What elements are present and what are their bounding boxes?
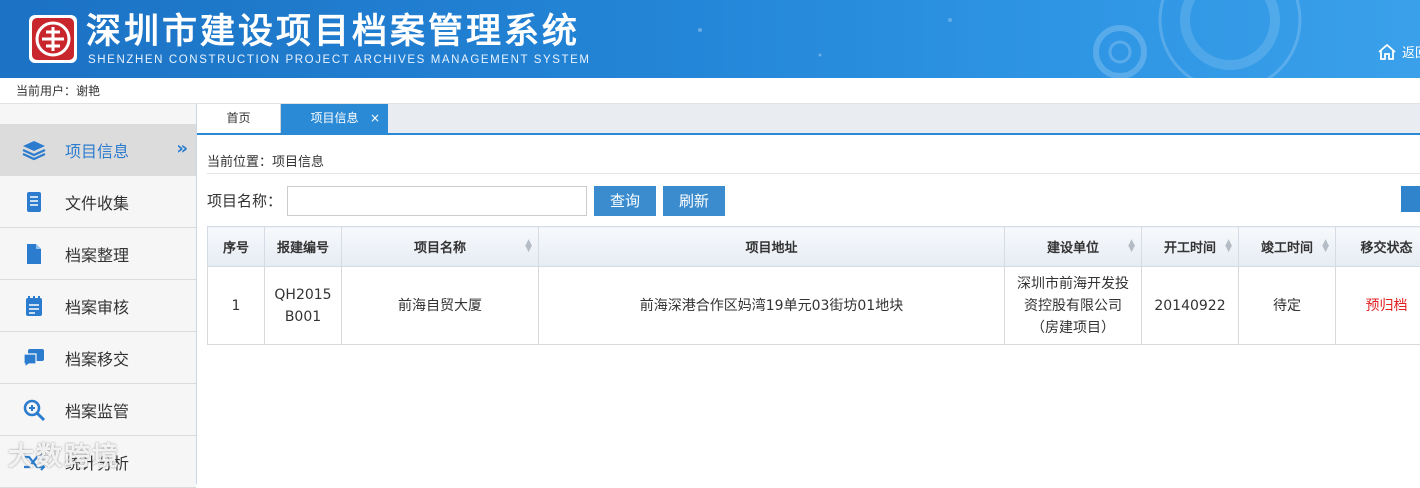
refresh-button[interactable]: 刷新: [663, 186, 725, 216]
sidebar-item-project-info[interactable]: 项目信息 »: [0, 124, 196, 176]
sort-icon: ▲▼: [525, 240, 532, 252]
cell-start-date: 20140922: [1142, 267, 1239, 345]
column-header[interactable]: 报建编号: [265, 227, 342, 267]
main-content: 当前位置：项目信息 项目名称： 查询 刷新 序号 报建编号 项目名称▲▼ 项目地…: [197, 135, 1420, 484]
tab-project-info[interactable]: 项目信息 ×: [281, 104, 388, 133]
cell-name: 前海自贸大厦: [342, 267, 539, 345]
zoom-icon: [22, 398, 46, 422]
sidebar-spacer: [0, 104, 196, 124]
file-icon: [22, 242, 46, 266]
tab-home[interactable]: 首页: [197, 104, 281, 133]
home-label: 返回: [1402, 42, 1420, 61]
export-button[interactable]: [1401, 186, 1420, 212]
sidebar-item-label: 档案整理: [65, 242, 129, 266]
sort-icon: ▲▼: [1322, 240, 1329, 252]
column-header[interactable]: 建设单位▲▼: [1005, 227, 1142, 267]
cell-builder: 深圳市前海开发投资控股有限公司（房建项目）: [1005, 267, 1142, 345]
column-header[interactable]: 序号: [208, 227, 265, 267]
sidebar-item-label: 档案移交: [65, 346, 129, 370]
column-header[interactable]: 竣工时间▲▼: [1239, 227, 1336, 267]
home-icon: [1378, 44, 1396, 60]
sidebar-item-label: 项目信息: [65, 138, 129, 162]
query-button[interactable]: 查询: [594, 186, 656, 216]
document-icon: [22, 190, 46, 214]
tab-label: 项目信息: [310, 111, 358, 125]
current-user-bar: 当前用户：谢艳: [0, 78, 1420, 104]
cell-finish-date: 待定: [1239, 267, 1336, 345]
table-row[interactable]: 1 QH2015 B001 前海自贸大厦 前海深港合作区妈湾19单元03街坊01…: [208, 267, 1420, 345]
sidebar-item-archive-organize[interactable]: 档案整理: [0, 228, 196, 280]
column-header[interactable]: 项目地址: [539, 227, 1005, 267]
breadcrumb: 当前位置：项目信息: [207, 151, 324, 170]
column-header[interactable]: 项目名称▲▼: [342, 227, 539, 267]
cell-status: 预归档: [1336, 267, 1420, 345]
chat-icon: [22, 346, 46, 370]
current-user-label: 当前用户：谢艳: [16, 84, 100, 98]
cell-code: QH2015 B001: [265, 267, 342, 345]
divider: [207, 173, 1420, 174]
sidebar-item-archive-supervision[interactable]: 档案监管: [0, 384, 196, 436]
table-header-row: 序号 报建编号 项目名称▲▼ 项目地址 建设单位▲▼ 开工时间▲▼ 竣工时间▲▼…: [208, 227, 1420, 267]
column-header[interactable]: 开工时间▲▼: [1142, 227, 1239, 267]
app-header: 深圳市建设项目档案管理系统 SHENZHEN CONSTRUCTION PROJ…: [0, 0, 1420, 78]
cell-address: 前海深港合作区妈湾19单元03街坊01地块: [539, 267, 1005, 345]
sidebar: 项目信息 » 文件收集 档案整理 档案审核 档案移交 档案监管 统计: [0, 104, 197, 484]
sidebar-item-label: 档案监管: [65, 398, 129, 422]
close-icon[interactable]: ×: [370, 104, 380, 133]
sort-icon: ▲▼: [1225, 240, 1232, 252]
app-title: 深圳市建设项目档案管理系统: [86, 10, 580, 54]
notepad-icon: [22, 294, 46, 318]
sidebar-item-archive-transfer[interactable]: 档案移交: [0, 332, 196, 384]
sidebar-item-file-collection[interactable]: 文件收集: [0, 176, 196, 228]
chevron-double-right-icon: »: [176, 138, 188, 159]
project-table: 序号 报建编号 项目名称▲▼ 项目地址 建设单位▲▼ 开工时间▲▼ 竣工时间▲▼…: [207, 226, 1420, 345]
sidebar-item-label: 档案审核: [65, 294, 129, 318]
home-link[interactable]: 返回: [1378, 42, 1420, 61]
watermark: 大数跨境: [8, 436, 120, 473]
sort-icon: ▲▼: [1128, 240, 1135, 252]
sidebar-item-label: 文件收集: [65, 190, 129, 214]
layers-icon: [22, 138, 46, 162]
sidebar-item-archive-review[interactable]: 档案审核: [0, 280, 196, 332]
tab-bar: 首页 项目信息 ×: [197, 104, 1420, 135]
app-subtitle: SHENZHEN CONSTRUCTION PROJECT ARCHIVES M…: [88, 54, 591, 66]
column-header[interactable]: 移交状态▲▼: [1336, 227, 1420, 267]
search-label: 项目名称：: [207, 190, 282, 211]
project-name-input[interactable]: [287, 186, 587, 216]
logo-icon: [28, 14, 78, 64]
cell-index: 1: [208, 267, 265, 345]
